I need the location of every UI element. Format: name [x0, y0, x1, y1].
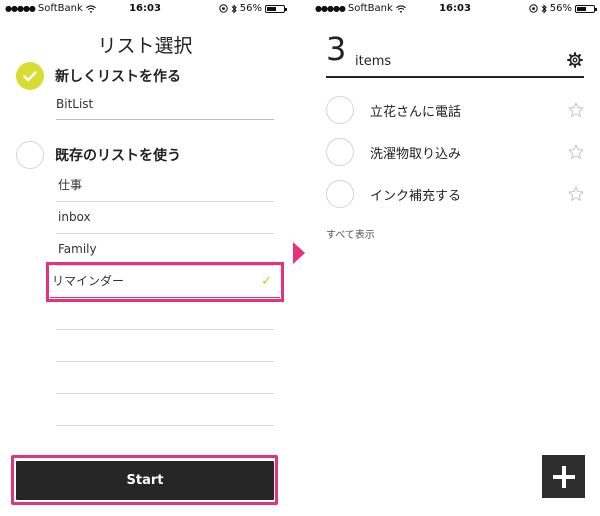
list-item[interactable]: 仕事 — [56, 170, 274, 202]
status-bar: ●●●●● SoftBank 16:03 56% — [0, 0, 290, 18]
empty-row — [56, 362, 274, 394]
list-item-label: 仕事 — [58, 178, 83, 192]
list-name-value: BitList — [56, 97, 94, 111]
item-count-header: 3 items — [326, 30, 584, 78]
task-item[interactable]: インク補充する — [326, 173, 584, 215]
new-list-label: 新しくリストを作る — [55, 69, 181, 85]
existing-list-option[interactable]: 既存のリストを使う — [16, 141, 181, 169]
radio-new-list[interactable] — [16, 62, 44, 90]
list-name-field[interactable]: BitList — [56, 95, 274, 120]
task-list: 立花さんに電話 洗濯物取り込み インク補充する — [326, 89, 584, 215]
battery-icon — [575, 4, 597, 13]
task-list-screen: ●●●●● SoftBank 16:03 56% 3 items 立花さんに電話… — [310, 0, 600, 516]
page-title: リスト選択 — [97, 35, 193, 57]
status-icons: 56% — [219, 3, 287, 14]
list-item-label: inbox — [58, 210, 91, 224]
checkmark-icon — [23, 70, 37, 81]
empty-row — [56, 394, 274, 426]
battery-icon — [265, 4, 287, 13]
bluetooth-icon — [541, 3, 547, 14]
task-title: 立花さんに電話 — [370, 104, 462, 120]
start-button[interactable]: Start — [16, 461, 274, 500]
radio-existing-list[interactable] — [16, 141, 44, 169]
existing-list-label: 既存のリストを使う — [55, 148, 181, 164]
star-icon[interactable] — [568, 144, 584, 160]
status-icons: 56% — [529, 3, 597, 14]
battery-percent: 56% — [239, 3, 262, 14]
battery-percent: 56% — [549, 3, 572, 14]
gear-icon[interactable] — [567, 52, 583, 68]
arrow-right-icon — [293, 242, 305, 264]
task-item[interactable]: 立花さんに電話 — [326, 89, 584, 131]
empty-row — [56, 298, 274, 330]
lock-rotation-icon — [219, 4, 228, 13]
task-checkbox[interactable] — [326, 138, 354, 166]
status-bar: ●●●●● SoftBank 16:03 56% — [310, 0, 600, 18]
star-icon[interactable] — [568, 102, 584, 118]
task-checkbox[interactable] — [326, 96, 354, 124]
existing-lists: 仕事 inbox Family リマインダー ✓ — [46, 170, 284, 426]
list-item[interactable]: Family — [56, 234, 274, 266]
bluetooth-icon — [231, 3, 237, 14]
add-task-button[interactable] — [542, 455, 585, 498]
list-item-selected[interactable]: リマインダー ✓ — [46, 262, 284, 302]
list-item[interactable]: inbox — [56, 202, 274, 234]
list-item-label: リマインダー — [52, 274, 125, 288]
plus-icon — [552, 465, 575, 488]
star-icon[interactable] — [568, 186, 584, 202]
show-all-link[interactable]: すべて表示 — [326, 226, 375, 241]
lock-rotation-icon — [529, 4, 538, 13]
list-item-label: Family — [58, 242, 97, 256]
list-select-screen: ●●●●● SoftBank 16:03 56% リスト選択 新しくリストを作る… — [0, 0, 290, 516]
item-count-label: items — [355, 54, 392, 69]
empty-row — [56, 330, 274, 362]
checkmark-icon: ✓ — [261, 274, 272, 289]
new-list-option[interactable]: 新しくリストを作る — [16, 62, 181, 90]
task-title: インク補充する — [370, 188, 462, 204]
item-count: 3 — [326, 30, 347, 68]
task-title: 洗濯物取り込み — [370, 146, 462, 162]
task-checkbox[interactable] — [326, 180, 354, 208]
task-item[interactable]: 洗濯物取り込み — [326, 131, 584, 173]
